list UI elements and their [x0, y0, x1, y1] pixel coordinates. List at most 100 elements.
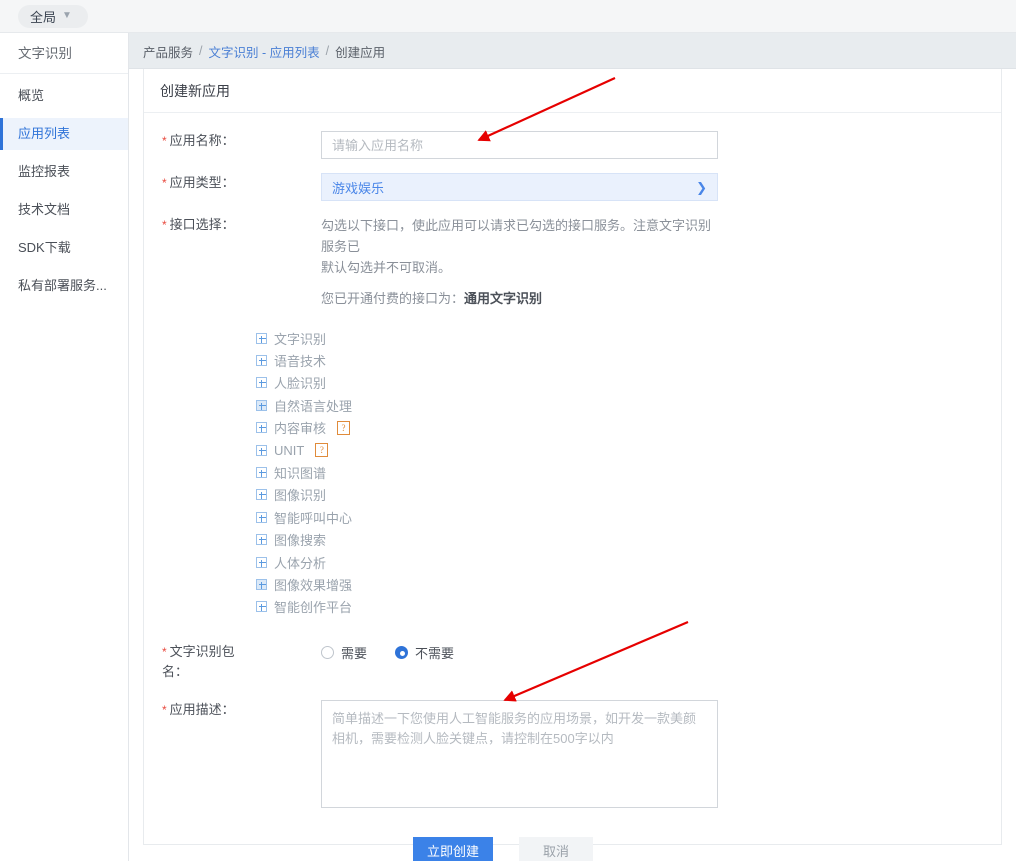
radio-option-not-need[interactable]: 不需要 — [395, 643, 454, 662]
sidebar-item-label: SDK下载 — [18, 240, 71, 255]
tree-node-smart-creation[interactable]: 智能创作平台 — [256, 596, 1001, 618]
expand-plus-icon[interactable] — [256, 355, 267, 367]
sidebar-item-sdk-download[interactable]: SDK下载 — [0, 232, 128, 264]
expand-plus-icon[interactable] — [256, 399, 267, 411]
app-type-selected-value: 游戏娱乐 — [332, 180, 385, 196]
field-api-select: * 接口选择： 勾选以下接口，使此应用可以请求已勾选的接口服务。注意文字识别服务已… — [144, 215, 1001, 309]
required-marker: * — [162, 218, 167, 232]
expand-plus-icon[interactable] — [256, 377, 267, 389]
app-name-input[interactable] — [321, 131, 718, 159]
radio-icon[interactable] — [321, 645, 334, 659]
sidebar-item-tech-doc[interactable]: 技术文档 — [0, 194, 128, 226]
content-card: 创建新应用 *应用名称： *应用类型： 游戏娱乐 ❯ — [143, 69, 1002, 861]
sidebar-item-label: 应用列表 — [18, 126, 71, 141]
required-marker: * — [162, 176, 167, 190]
sidebar-item-monitor-report[interactable]: 监控报表 — [0, 156, 128, 188]
app-description-textarea[interactable] — [321, 700, 718, 809]
create-now-button[interactable]: 立即创建 — [413, 837, 494, 861]
page-root: 全局 ▼ 文字识别 概览 应用列表 监控报表 技术文档 SDK下载 私有部署服务… — [0, 0, 1016, 861]
sidebar-item-private-deploy[interactable]: 私有部署服务... — [0, 270, 128, 302]
expand-plus-icon[interactable] — [256, 511, 267, 523]
paid-api-prefix: 您已开通付费的接口为： — [321, 291, 465, 306]
radio-icon-selected[interactable] — [395, 645, 409, 659]
tree-node-ocr[interactable]: 文字识别 — [256, 327, 1001, 349]
tree-node-label: 智能创作平台 — [274, 600, 353, 616]
scope-label: 全局 — [30, 10, 57, 25]
field-label-text: 应用描述： — [169, 702, 235, 718]
sidebar-title: 文字识别 — [0, 33, 128, 74]
sidebar: 文字识别 概览 应用列表 监控报表 技术文档 SDK下载 私有部署服务... — [0, 33, 129, 861]
expand-plus-icon[interactable] — [256, 467, 267, 479]
breadcrumb-separator: / — [325, 44, 330, 58]
scope-selector[interactable]: 全局 ▼ — [18, 5, 88, 28]
tree-node-label: 图像识别 — [274, 488, 327, 504]
field-label: * 应用描述： — [144, 700, 321, 811]
expand-plus-icon[interactable] — [256, 578, 267, 590]
tree-node-speech[interactable]: 语音技术 — [256, 349, 1001, 371]
expand-plus-icon[interactable] — [256, 534, 267, 546]
expand-plus-icon[interactable] — [256, 489, 267, 501]
tree-node-label: 智能呼叫中心 — [274, 510, 353, 526]
required-marker: * — [162, 134, 167, 148]
chevron-down-icon: ❯ — [696, 179, 707, 195]
sidebar-item-label: 技术文档 — [18, 202, 71, 217]
breadcrumb-bar: 产品服务 / 文字识别 - 应用列表 / 创建应用 — [129, 33, 1016, 69]
breadcrumb-current: 创建应用 — [335, 45, 386, 60]
broken-image-icon: ? — [337, 420, 351, 435]
api-tree: 文字识别 语音技术 人脸识别 自然语言处理 内容审核 ? UNIT ? 知识图谱… — [144, 327, 1001, 618]
sidebar-item-label: 私有部署服务... — [18, 278, 107, 293]
page-title: 创建新应用 — [144, 69, 1001, 113]
tree-node-unit[interactable]: UNIT ? — [256, 439, 1001, 461]
breadcrumb-link-app-list[interactable]: 文字识别 - 应用列表 — [209, 42, 320, 61]
api-hint-line-1: 勾选以下接口，使此应用可以请求已勾选的接口服务。注意文字识别服务已 — [321, 218, 712, 254]
expand-plus-icon[interactable] — [256, 422, 267, 434]
expand-plus-icon[interactable] — [256, 332, 267, 344]
cancel-button[interactable]: 取消 — [519, 837, 594, 861]
tree-node-image-search[interactable]: 图像搜索 — [256, 529, 1001, 551]
field-label: * 应用名称： — [144, 131, 321, 159]
sidebar-item-overview[interactable]: 概览 — [0, 80, 128, 112]
tree-node-label: 人脸识别 — [274, 376, 327, 392]
form-actions: 立即创建 取消 — [144, 837, 1001, 861]
breadcrumb-root: 产品服务 — [143, 45, 194, 60]
tree-node-image-enhance[interactable]: 图像效果增强 — [256, 573, 1001, 595]
app-type-select[interactable]: 游戏娱乐 ❯ — [321, 173, 718, 201]
field-label-text: 应用名称： — [169, 133, 235, 148]
tree-node-label: 文字识别 — [274, 331, 327, 347]
tree-node-label: UNIT — [274, 442, 305, 458]
create-app-form: *应用名称： *应用类型： 游戏娱乐 ❯ — [144, 113, 1001, 861]
tree-node-label: 语音技术 — [274, 354, 327, 370]
package-name-radio-group: 需要 不需要 — [321, 642, 1001, 662]
tree-node-nlp[interactable]: 自然语言处理 — [256, 394, 1001, 416]
field-label: * 文字识别包 名： — [144, 642, 321, 682]
paid-api-line: 您已开通付费的接口为：通用文字识别 — [321, 288, 721, 309]
field-label: * 接口选择： — [144, 215, 321, 309]
expand-plus-icon[interactable] — [256, 601, 267, 613]
tree-node-label: 知识图谱 — [274, 466, 327, 482]
tree-node-smart-call-center[interactable]: 智能呼叫中心 — [256, 506, 1001, 528]
radio-label: 需要 — [341, 645, 368, 661]
field-label: * 应用类型： — [144, 173, 321, 201]
tree-node-knowledge-graph[interactable]: 知识图谱 — [256, 461, 1001, 483]
tree-node-label: 人体分析 — [274, 555, 327, 571]
api-hint-line-2: 默认勾选并不可取消。 — [321, 260, 452, 275]
tree-node-content-review[interactable]: 内容审核 ? — [256, 417, 1001, 439]
tree-node-image-recognition[interactable]: 图像识别 — [256, 484, 1001, 506]
field-package-name: * 文字识别包 名： 需要 不需要 — [144, 642, 1001, 682]
tree-node-label: 自然语言处理 — [274, 398, 353, 414]
sidebar-item-label: 监控报表 — [18, 164, 71, 179]
expand-plus-icon[interactable] — [256, 556, 267, 568]
expand-plus-icon[interactable] — [256, 444, 267, 456]
tree-node-face[interactable]: 人脸识别 — [256, 372, 1001, 394]
sidebar-item-app-list[interactable]: 应用列表 — [0, 118, 128, 150]
tree-node-body-analysis[interactable]: 人体分析 — [256, 551, 1001, 573]
field-app-type: * 应用类型： 游戏娱乐 ❯ — [144, 173, 1001, 201]
field-label-text: 文字识别包 — [169, 644, 235, 660]
field-label-text: 接口选择： — [169, 217, 235, 232]
radio-option-need[interactable]: 需要 — [321, 643, 367, 662]
sidebar-item-label: 概览 — [18, 88, 45, 103]
required-marker: * — [162, 645, 167, 660]
field-app-description: * 应用描述： — [144, 700, 1001, 811]
chevron-down-icon: ▼ — [62, 9, 72, 21]
tree-node-label: 图像搜索 — [274, 533, 327, 549]
